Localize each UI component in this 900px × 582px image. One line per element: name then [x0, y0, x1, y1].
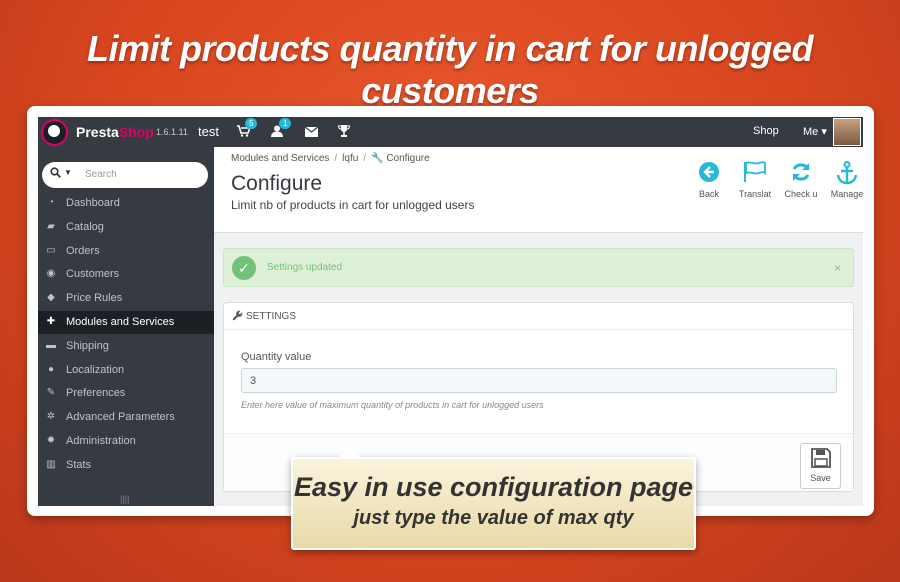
promo-callout: Easy in use configuration page just type…: [291, 446, 696, 550]
truck-icon: ▬: [46, 339, 56, 351]
shop-name-link[interactable]: test: [198, 124, 219, 139]
quantity-help-text: Enter here value of maximum quantity of …: [241, 400, 544, 410]
flag-icon: [732, 161, 778, 189]
sidebar-item-catalog[interactable]: ▰ Catalog: [38, 216, 214, 239]
cart-badge: 5: [245, 118, 258, 129]
sidebar-item-label: Shipping: [66, 339, 109, 352]
tachometer-icon: ◔: [47, 197, 55, 208]
breadcrumb: Modules and Services / lqfu / 🔧 Configure: [231, 153, 430, 164]
check-circle-icon: ✓: [232, 256, 256, 280]
sidebar-item-administration[interactable]: ✹ Administration: [38, 430, 214, 453]
top-bar: PrestaShop 1.6.1.11 test 5 1 Shop Me ▾: [38, 117, 863, 147]
callout-line-1: Easy in use configuration page: [293, 472, 694, 502]
chevron-down-icon[interactable]: ▼: [64, 168, 72, 177]
back-button[interactable]: Back: [686, 161, 732, 199]
sidebar-resize-handle[interactable]: ||||: [120, 494, 129, 504]
sidebar-item-label: Stats: [66, 458, 92, 471]
sidebar-item-label: Dashboard: [66, 197, 120, 209]
shop-link[interactable]: Shop: [753, 125, 779, 137]
sidebar-item-customers[interactable]: ◉ Customers: [38, 263, 214, 286]
close-icon[interactable]: ×: [834, 261, 841, 275]
admin-app: PrestaShop 1.6.1.11 test 5 1 Shop Me ▾ ▼…: [38, 117, 863, 506]
sidebar-item-preferences[interactable]: ✎ Preferences: [38, 382, 214, 405]
callout-line-2: just type the value of max qty: [353, 507, 634, 529]
breadcrumb-module[interactable]: lqfu: [342, 153, 358, 164]
sidebar-item-localization[interactable]: ● Localization: [38, 359, 214, 382]
manage-hooks-button[interactable]: Manage: [824, 161, 863, 199]
brand-name[interactable]: PrestaShop: [76, 124, 154, 140]
avatar[interactable]: [833, 118, 861, 146]
panel-heading: SETTINGS: [224, 303, 853, 330]
sidebar-item-shipping[interactable]: ▬ Shipping: [38, 335, 214, 358]
arrow-circle-left-icon: [686, 161, 732, 189]
refresh-icon: [778, 161, 824, 189]
check-update-button[interactable]: Check u: [778, 161, 824, 199]
sidebar-item-orders[interactable]: ▭ Orders: [38, 240, 214, 263]
bar-chart-icon: ▥: [46, 458, 56, 470]
save-button[interactable]: Save: [800, 443, 841, 489]
sidebar-item-advanced-parameters[interactable]: ✲ Advanced Parameters: [38, 406, 214, 429]
save-label: Save: [810, 473, 831, 483]
tags-icon: ◆: [47, 292, 55, 304]
wrench-icon: 🔧: [371, 153, 384, 164]
search-input[interactable]: Search: [85, 169, 117, 180]
sidebar-item-modules-and-services[interactable]: ✚ Modules and Services: [38, 311, 214, 334]
me-menu[interactable]: Me ▾: [803, 125, 827, 138]
sidebar-item-label: Advanced Parameters: [66, 411, 175, 424]
breadcrumb-current: Configure: [386, 153, 430, 164]
cog-icon: ✹: [46, 435, 56, 446]
wrench-icon: [232, 310, 243, 324]
sidebar-item-label: Orders: [66, 244, 100, 257]
wrench-icon: ✎: [46, 387, 56, 399]
breadcrumb-modules[interactable]: Modules and Services: [231, 153, 329, 164]
sidebar-item-stats[interactable]: ▥ Stats: [38, 454, 214, 477]
sidebar-item-label: Catalog: [66, 220, 104, 233]
globe-icon: ●: [47, 363, 55, 375]
sidebar-item-label: Price Rules: [66, 292, 123, 305]
translate-button[interactable]: Translat: [732, 161, 778, 199]
sidebar-item-label: Customers: [66, 268, 120, 281]
sidebar-item-label: Localization: [66, 363, 125, 376]
users-icon: ◉: [46, 268, 56, 280]
sidebar-item-price-rules[interactable]: ◆ Price Rules: [38, 287, 214, 310]
trophy-icon[interactable]: [337, 125, 351, 140]
cart-icon[interactable]: 5: [237, 118, 258, 140]
page-title: Configure: [231, 172, 323, 195]
cogs-icon: ✲: [46, 411, 56, 423]
anchor-icon: [824, 161, 863, 189]
promo-headline: Limit products quantity in cart for unlo…: [87, 28, 813, 111]
floppy-disk-icon: [801, 448, 840, 473]
success-alert: ✓ Settings updated ×: [223, 248, 854, 287]
sidebar-item-label: Preferences: [66, 387, 126, 400]
quantity-input[interactable]: [241, 368, 837, 393]
sidebar-item-dashboard[interactable]: ◔ Dashboard: [38, 192, 214, 215]
page-subtitle: Limit nb of products in cart for unlogge…: [231, 198, 475, 212]
sidebar: ▼ Search ◔ Dashboard ▰ Catalog ▭ Orders ◉ Custo…: [38, 147, 214, 506]
page-header: Modules and Services / lqfu / 🔧 Configure Co…: [214, 147, 863, 233]
prestashop-logo-icon[interactable]: [41, 119, 68, 146]
customer-icon[interactable]: 1: [271, 118, 292, 140]
search-icon[interactable]: [50, 167, 61, 181]
sidebar-item-label: Modules and Services: [66, 316, 175, 328]
quantity-label: Quantity value: [241, 351, 312, 363]
version-label: 1.6.1.11: [156, 127, 188, 137]
book-icon: ▰: [47, 220, 55, 232]
puzzle-icon: ✚: [46, 316, 56, 327]
alert-message: Settings updated: [267, 262, 343, 273]
credit-card-icon: ▭: [46, 244, 56, 256]
panel-title: SETTINGS: [246, 311, 297, 322]
customer-badge: 1: [279, 118, 292, 129]
envelope-icon[interactable]: [304, 125, 319, 140]
search-box[interactable]: ▼ Search: [42, 162, 208, 188]
sidebar-item-label: Administration: [66, 435, 136, 447]
